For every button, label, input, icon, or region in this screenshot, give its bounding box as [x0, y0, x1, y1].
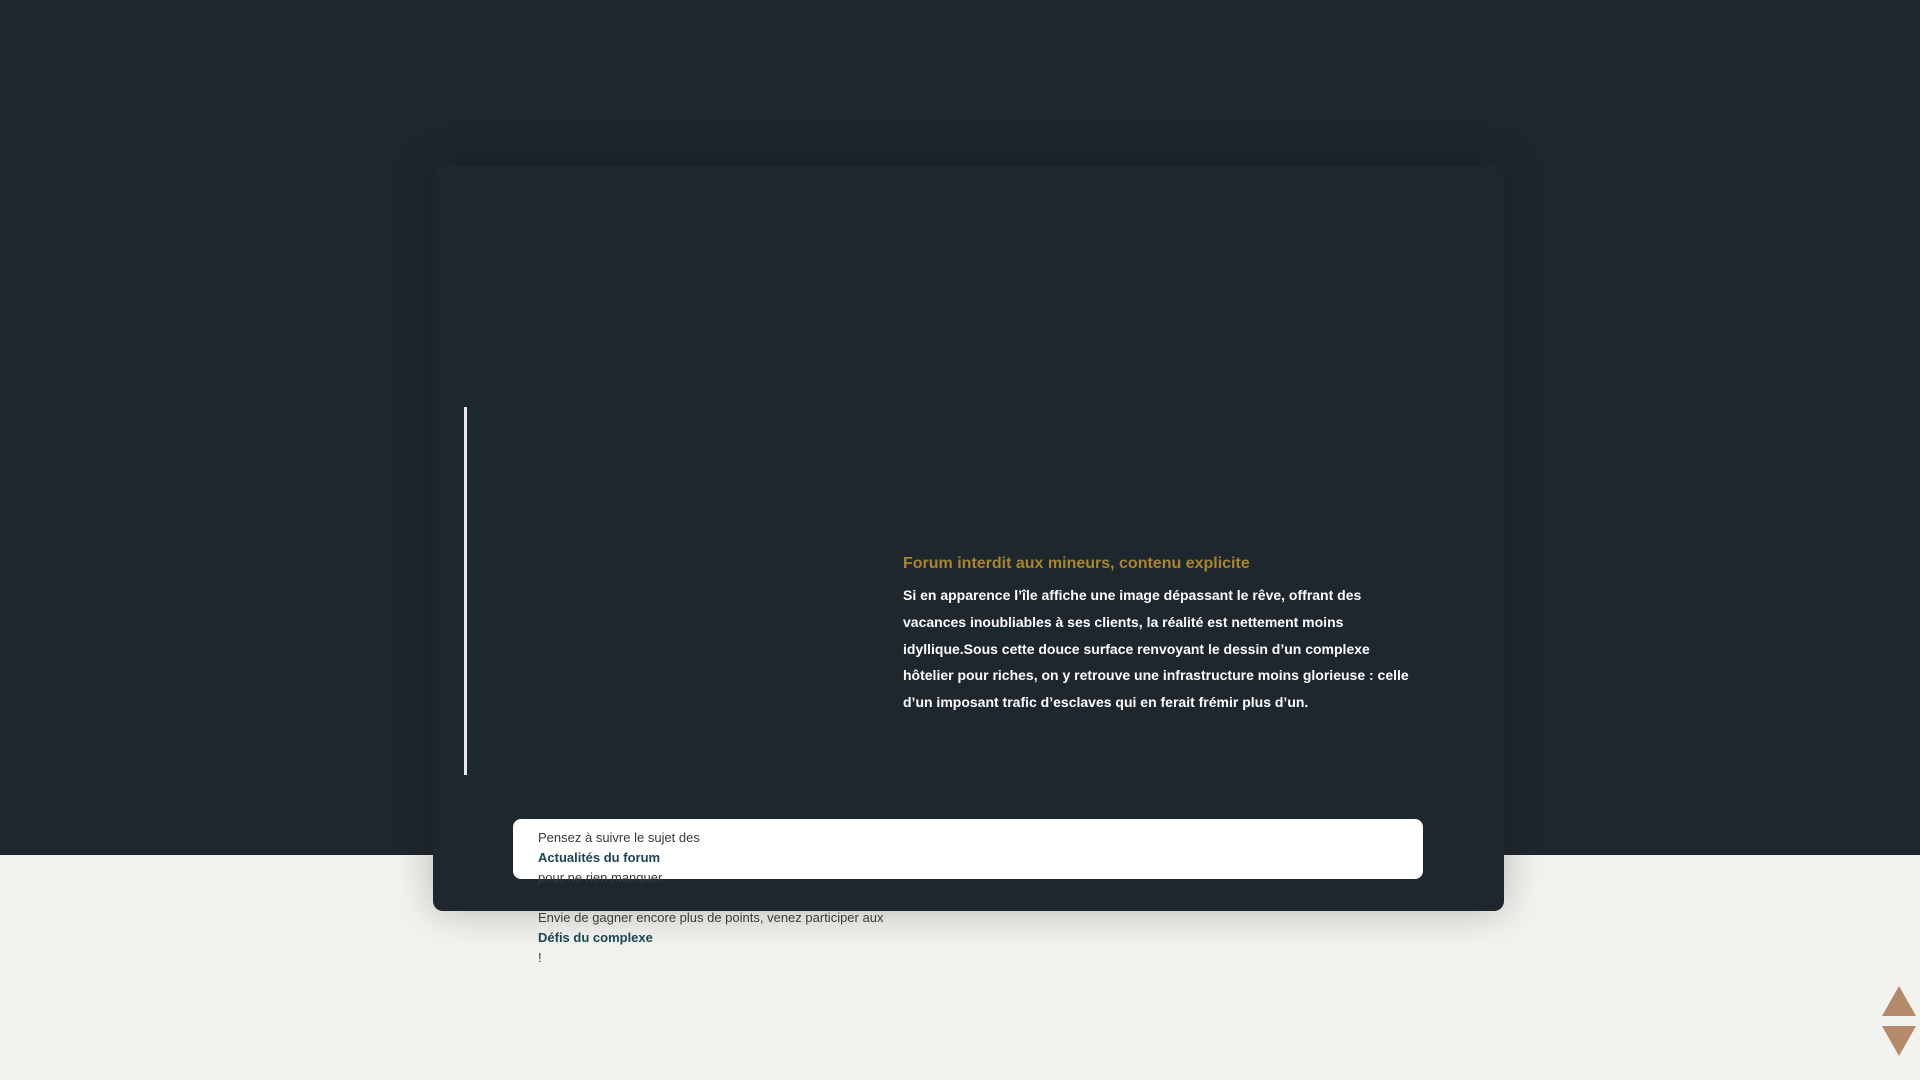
header-panel: [433, 166, 1504, 911]
news-suffix: pour ne rien manquer.: [538, 870, 666, 885]
forum-news-link[interactable]: Actualités du forum: [538, 848, 1098, 868]
news-prefix: Pensez à suivre le sujet des: [538, 830, 700, 845]
challenges-prefix: Envie de gagner encore plus de points, v…: [538, 910, 884, 925]
info-text: Pensez à suivre le sujet des Actualités …: [538, 828, 1098, 968]
scroll-up-button[interactable]: [1882, 986, 1916, 1016]
divider-line: [464, 407, 467, 775]
age-warning-title: Forum interdit aux mineurs, contenu expl…: [903, 555, 1250, 572]
forum-description: Si en apparence l’île affiche une image …: [903, 587, 1409, 711]
scroll-down-button[interactable]: [1882, 1026, 1916, 1056]
complex-challenges-link[interactable]: Défis du complexe: [538, 928, 1098, 948]
challenges-suffix: !: [538, 950, 542, 965]
